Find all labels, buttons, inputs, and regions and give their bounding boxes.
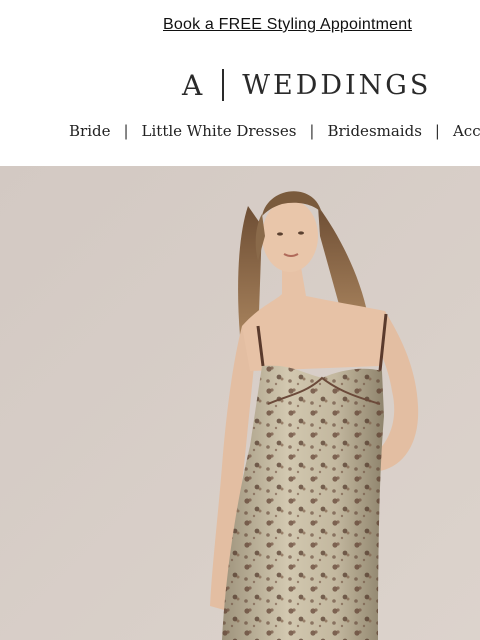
hero-image[interactable] [0,166,480,640]
nav-separator: | [309,122,315,140]
logo-wordmark: WEDDINGS [242,69,432,101]
nav-separator: | [434,122,440,140]
nav-separator: | [123,122,129,140]
brand-logo[interactable]: A WEDDINGS [182,68,431,102]
nav-item-accessories[interactable]: Acces [453,122,480,140]
nav-item-little-white-dresses[interactable]: Little White Dresses [142,122,297,140]
promo-banner: Book a FREE Styling Appointment [0,0,480,52]
logo-mark: A [182,68,204,102]
model-photo [0,166,480,640]
nav-item-bride[interactable]: Bride [69,122,110,140]
main-nav: Bride | Little White Dresses | Bridesmai… [0,118,480,146]
logo-divider [222,69,225,101]
nav-item-bridesmaids[interactable]: Bridesmaids [327,122,421,140]
book-styling-appointment-link[interactable]: Book a FREE Styling Appointment [163,16,412,34]
